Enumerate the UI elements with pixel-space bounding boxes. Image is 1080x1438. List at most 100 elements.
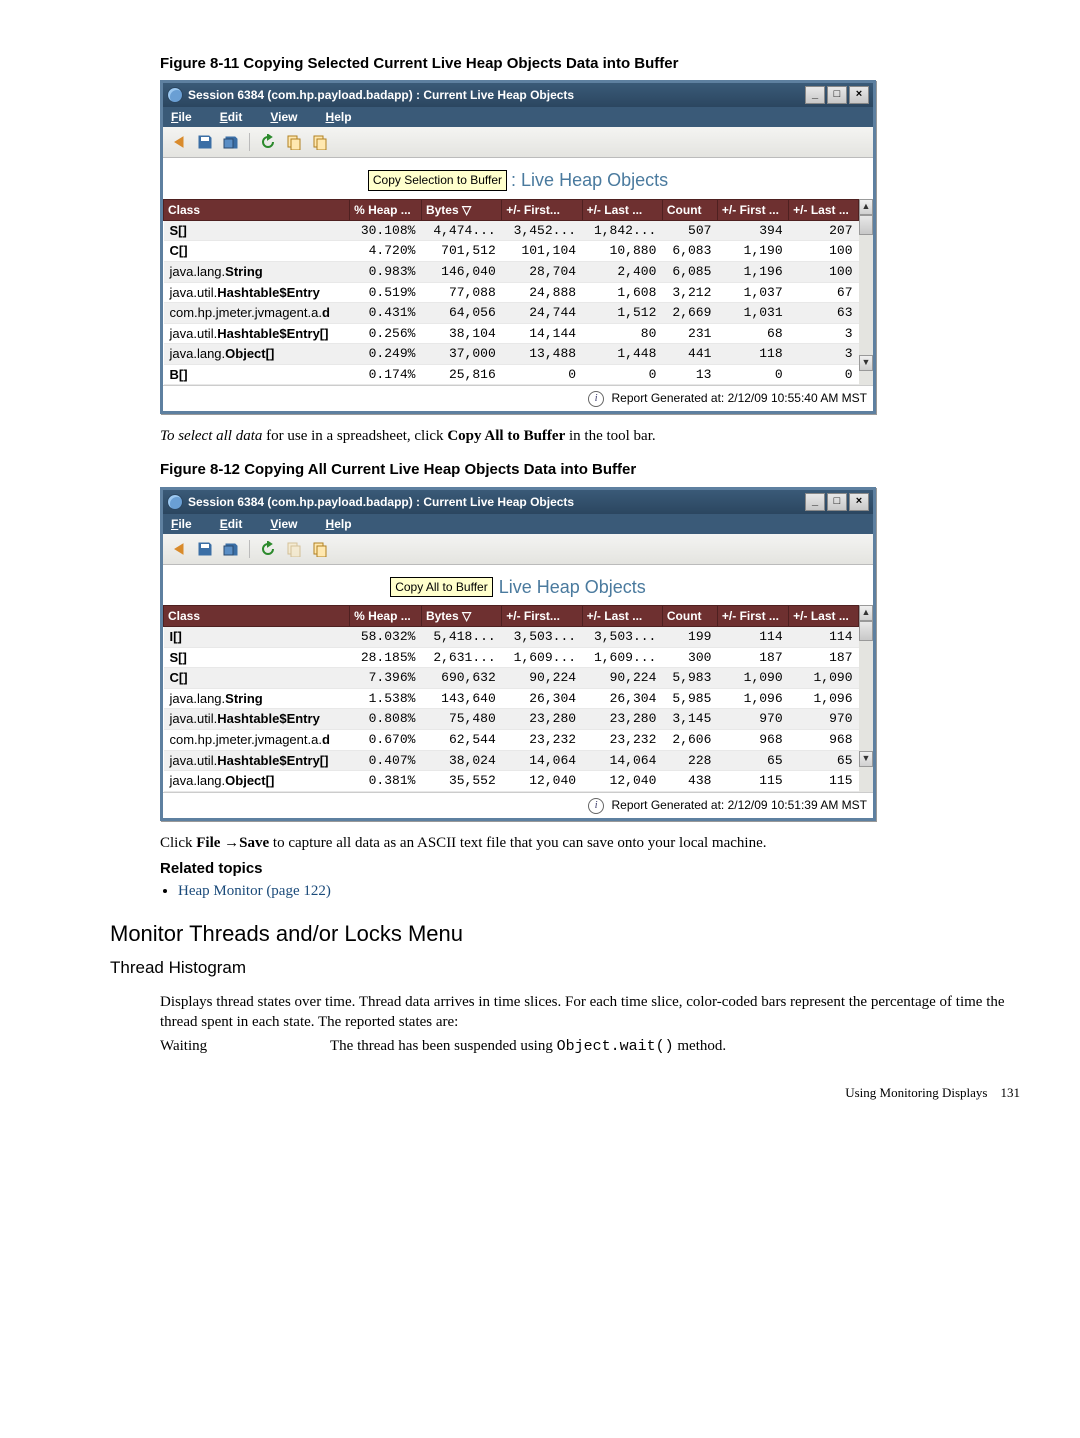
menu-file[interactable]: File [171,109,192,125]
menu-bar: File Edit View Help [163,107,873,127]
cell-bytes: 37,000 [421,344,501,365]
save-all-icon[interactable] [221,132,241,152]
save-icon[interactable] [195,539,215,559]
related-link[interactable]: Heap Monitor (page 122) [178,883,331,899]
cell-bytes-last: 10,880 [582,241,662,262]
table-row[interactable]: java.util.Hashtable$Entry0.519%77,08824,… [164,282,859,303]
cell-heap-pct: 4.720% [350,241,422,262]
copy-all-icon[interactable] [310,132,330,152]
cell-bytes-last: 1,609... [582,647,662,668]
scroll-up-icon[interactable]: ▲ [859,199,873,215]
col-bytes-first[interactable]: +/- First... [502,199,582,220]
table-row[interactable]: java.lang.Object[]0.249%37,00013,4881,44… [164,344,859,365]
section-heading: Monitor Threads and/or Locks Menu [110,919,1020,949]
col-count[interactable]: Count [662,606,717,627]
col-count-first[interactable]: +/- First ... [717,606,788,627]
table-row[interactable]: java.util.Hashtable$Entry[]0.407%38,0241… [164,750,859,771]
cell-bytes-last: 23,232 [582,730,662,751]
col-heap-pct[interactable]: % Heap ... [350,606,422,627]
scroll-thumb[interactable] [859,215,873,235]
table-row[interactable]: java.lang.Object[]0.381%35,55212,04012,0… [164,771,859,792]
cell-count-last: 3 [789,323,859,344]
save-all-icon[interactable] [221,539,241,559]
maximize-button[interactable]: □ [827,493,847,511]
table-row[interactable]: S[]28.185%2,631...1,609...1,609...300187… [164,647,859,668]
col-class[interactable]: Class [164,199,350,220]
col-bytes-last[interactable]: +/- Last ... [582,199,662,220]
cell-heap-pct: 58.032% [350,627,422,648]
table-row[interactable]: java.util.Hashtable$Entry0.808%75,48023,… [164,709,859,730]
cell-count-first: 1,196 [717,262,788,283]
related-topics-heading: Related topics [160,859,1020,879]
col-class[interactable]: Class [164,606,350,627]
status-bar: i Report Generated at: 2/12/09 10:51:39 … [163,792,873,818]
cell-bytes: 77,088 [421,282,501,303]
scroll-down-icon[interactable]: ▼ [859,355,873,371]
back-icon[interactable] [169,132,189,152]
title-bar: Session 6384 (com.hp.payload.badapp) : C… [163,490,873,514]
minimize-button[interactable]: _ [805,86,825,104]
cell-bytes-last: 3,503... [582,627,662,648]
table-row[interactable]: C[]4.720%701,512101,10410,8806,0831,1901… [164,241,859,262]
menu-help[interactable]: Help [326,516,352,532]
table-row[interactable]: C[]7.396%690,63290,22490,2245,9831,0901,… [164,668,859,689]
table-row[interactable]: java.lang.String1.538%143,64026,30426,30… [164,688,859,709]
status-text: Report Generated at: 2/12/09 10:55:40 AM… [612,391,868,405]
menu-view[interactable]: View [270,516,297,532]
cell-count: 13 [662,364,717,385]
table-row[interactable]: B[]0.174%25,816001300 [164,364,859,385]
menu-help[interactable]: Help [326,109,352,125]
menu-edit[interactable]: Edit [220,516,243,532]
scrollbar[interactable]: ▲ ▼ [859,199,873,386]
scroll-down-icon[interactable]: ▼ [859,751,873,767]
cell-heap-pct: 0.808% [350,709,422,730]
refresh-icon[interactable] [258,539,278,559]
table-row[interactable]: com.hp.jmeter.jvmagent.a.d0.431%64,05624… [164,303,859,324]
col-count[interactable]: Count [662,199,717,220]
col-bytes-last[interactable]: +/- Last ... [582,606,662,627]
col-bytes-first[interactable]: +/- First... [502,606,582,627]
col-bytes[interactable]: Bytes ▽ [421,606,501,627]
copy-selection-icon[interactable] [284,539,304,559]
table-row[interactable]: java.util.Hashtable$Entry[]0.256%38,1041… [164,323,859,344]
cell-bytes-first: 90,224 [502,668,582,689]
cell-count-first: 970 [717,709,788,730]
col-heap-pct[interactable]: % Heap ... [350,199,422,220]
menu-bar: File Edit View Help [163,514,873,534]
back-icon[interactable] [169,539,189,559]
table-row[interactable]: S[]30.108%4,474...3,452...1,842...507394… [164,220,859,241]
maximize-button[interactable]: □ [827,86,847,104]
close-button[interactable]: × [849,86,869,104]
scroll-thumb[interactable] [859,621,873,641]
scroll-up-icon[interactable]: ▲ [859,605,873,621]
cell-count: 438 [662,771,717,792]
minimize-button[interactable]: _ [805,493,825,511]
cell-count: 441 [662,344,717,365]
body-text-2: Click File →Save to capture all data as … [160,833,1020,853]
copy-selection-icon[interactable] [284,132,304,152]
cell-count: 5,985 [662,688,717,709]
col-count-first[interactable]: +/- First ... [717,199,788,220]
cell-bytes: 146,040 [421,262,501,283]
col-count-last[interactable]: +/- Last ... [789,606,859,627]
menu-file[interactable]: File [171,516,192,532]
cell-count-first: 118 [717,344,788,365]
menu-view[interactable]: View [270,109,297,125]
menu-edit[interactable]: Edit [220,109,243,125]
scrollbar[interactable]: ▲ ▼ [859,605,873,792]
copy-all-icon[interactable] [310,539,330,559]
col-count-last[interactable]: +/- Last ... [789,199,859,220]
info-icon: i [588,391,604,407]
refresh-icon[interactable] [258,132,278,152]
table-row[interactable]: com.hp.jmeter.jvmagent.a.d0.670%62,54423… [164,730,859,751]
table-row[interactable]: I[]58.032%5,418...3,503...3,503...199114… [164,627,859,648]
cell-count: 5,983 [662,668,717,689]
body-text-1: To select all data for use in a spreadsh… [160,426,1020,446]
cell-count: 3,145 [662,709,717,730]
table-row[interactable]: java.lang.String0.983%146,04028,7042,400… [164,262,859,283]
app-icon [167,494,183,510]
cell-count-first: 1,037 [717,282,788,303]
close-button[interactable]: × [849,493,869,511]
save-icon[interactable] [195,132,215,152]
col-bytes[interactable]: Bytes ▽ [421,199,501,220]
